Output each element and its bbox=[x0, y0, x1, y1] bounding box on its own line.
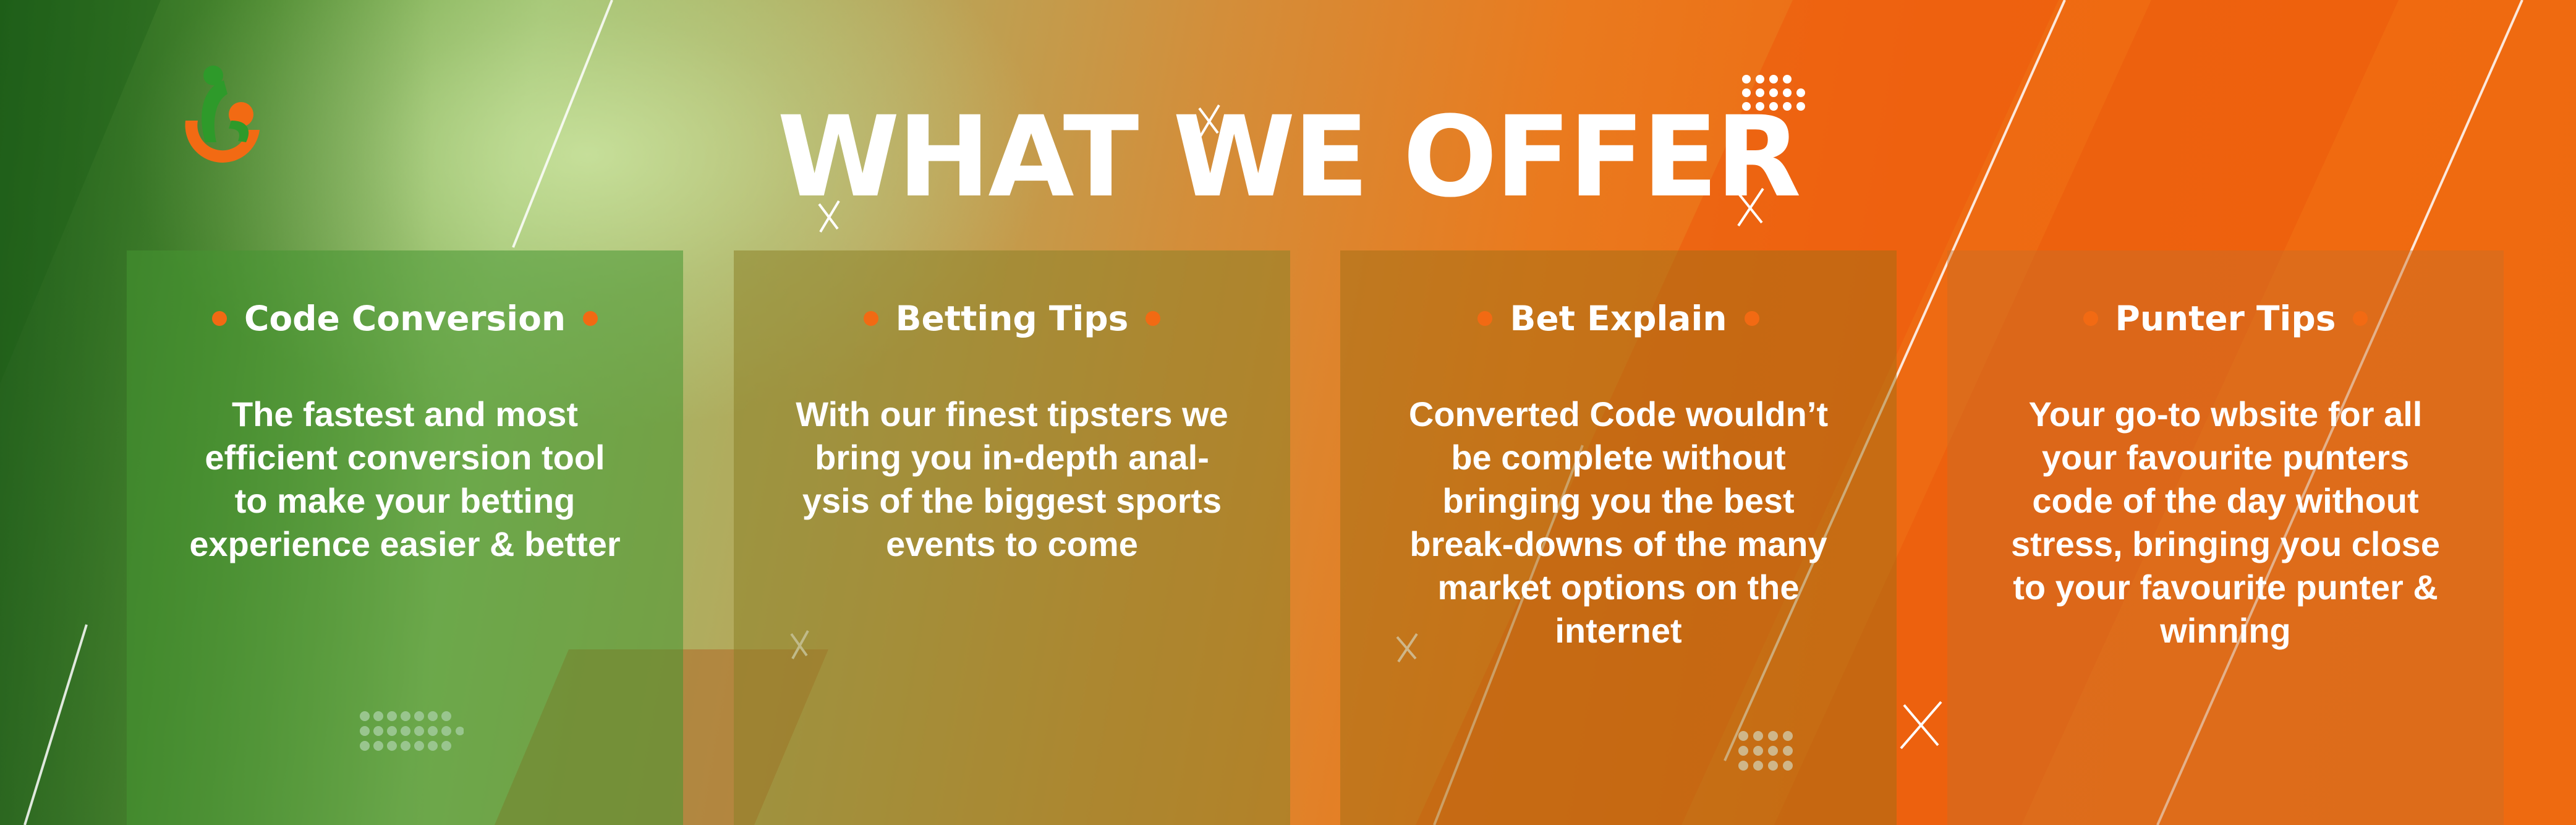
card-title: Bet Explain bbox=[1365, 294, 1872, 343]
offer-banner: WHAT WE OFFER Code Conversion The fastes… bbox=[0, 0, 2576, 825]
card-title: Code Conversion bbox=[151, 294, 658, 343]
bullet-dot-icon bbox=[211, 311, 227, 326]
card-betting-tips: Betting Tips With our finest tipsters we… bbox=[734, 250, 1290, 825]
card-title-label: Punter Tips bbox=[2115, 299, 2336, 338]
card-punter-tips: Punter Tips Your go-to wbsite for all yo… bbox=[1947, 250, 2504, 825]
card-description: The fastest and most efficient conversio… bbox=[189, 395, 621, 563]
bullet-dot-icon bbox=[1477, 311, 1493, 326]
card-code-conversion: Code Conversion The fastest and most eff… bbox=[127, 250, 683, 825]
page-title: WHAT WE OFFER bbox=[777, 93, 1801, 222]
bullet-dot-icon bbox=[2083, 311, 2098, 326]
card-bet-explain: Bet Explain Converted Code wouldn’t be c… bbox=[1340, 250, 1897, 825]
bullet-dot-icon bbox=[1744, 311, 1759, 326]
bullet-dot-icon bbox=[1146, 311, 1161, 326]
bullet-dot-icon bbox=[2353, 311, 2368, 326]
bullet-dot-icon bbox=[583, 311, 598, 326]
bullet-dot-icon bbox=[863, 311, 878, 326]
card-title: Betting Tips bbox=[759, 294, 1265, 343]
card-title-label: Code Conversion bbox=[244, 299, 566, 338]
card-title-label: Bet Explain bbox=[1510, 299, 1727, 338]
card-description: With our finest tipsters we bring you in… bbox=[796, 395, 1228, 563]
card-title-label: Betting Tips bbox=[895, 299, 1129, 338]
card-description: Your go-to wbsite for all your favourite… bbox=[2011, 395, 2440, 650]
card-title: Punter Tips bbox=[1972, 294, 2479, 343]
card-description: Converted Code wouldn’t be complete with… bbox=[1408, 395, 1829, 650]
